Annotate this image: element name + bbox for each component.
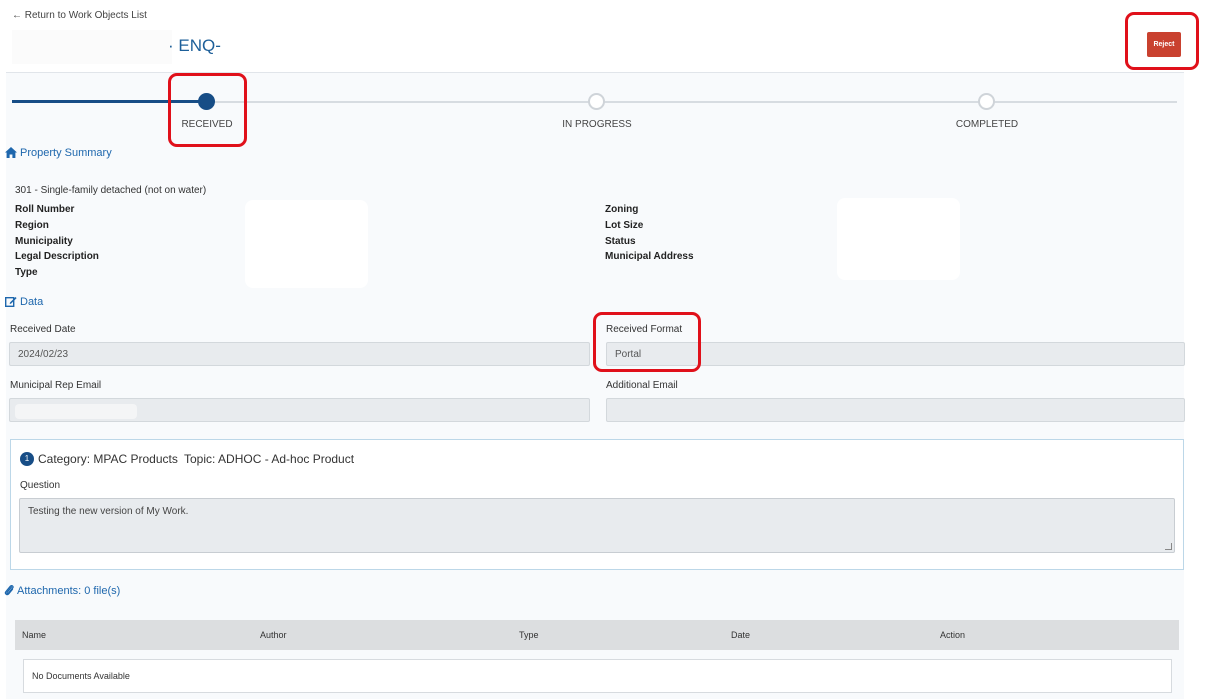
- edit-icon: [4, 297, 17, 308]
- property-summary-title: Property Summary: [20, 147, 112, 159]
- home-icon: [5, 147, 17, 158]
- col-author[interactable]: Author: [260, 630, 287, 640]
- step-completed-label: COMPLETED: [955, 119, 1019, 130]
- category-number-badge: 1: [20, 452, 34, 466]
- question-text: Testing the new version of My Work.: [28, 506, 189, 517]
- received-step-highlight: [168, 73, 247, 147]
- email-redaction: [15, 404, 137, 419]
- col-action[interactable]: Action: [940, 630, 965, 640]
- question-label: Question: [20, 480, 61, 491]
- right-values-redaction: [837, 198, 960, 280]
- col-date[interactable]: Date: [731, 630, 750, 640]
- roll-number-label: Roll Number: [15, 204, 75, 215]
- title-redaction: [12, 30, 172, 64]
- additional-email-label: Additional Email: [606, 380, 678, 391]
- back-to-list-link[interactable]: ← Return to Work Objects List: [12, 10, 147, 21]
- category-text: Category: MPAC Products: [38, 452, 178, 466]
- stepper-track-line: [207, 101, 1177, 103]
- step-in-progress-dot: [588, 93, 605, 110]
- content-panel: [6, 72, 1184, 699]
- no-documents-message: No Documents Available: [32, 671, 130, 681]
- attachments-table-header: Name Author Type Date Action: [15, 620, 1179, 650]
- resize-handle-icon[interactable]: [1165, 543, 1172, 550]
- received-date-field[interactable]: 2024/02/23: [9, 342, 590, 366]
- data-title: Data: [20, 296, 44, 308]
- attachments-table-row: No Documents Available: [23, 659, 1172, 693]
- property-type-value: 301 - Single-family detached (not on wat…: [15, 185, 207, 196]
- legal-description-label: Legal Description: [15, 251, 99, 262]
- region-label: Region: [15, 220, 49, 231]
- step-in-progress-label: IN PROGRESS: [562, 119, 632, 130]
- question-textarea[interactable]: Testing the new version of My Work.: [19, 498, 1175, 553]
- municipal-address-label: Municipal Address: [605, 251, 694, 262]
- municipality-label: Municipality: [15, 236, 73, 247]
- reject-highlight: [1125, 12, 1199, 70]
- property-summary-heading: Property Summary: [5, 147, 112, 159]
- col-name[interactable]: Name: [22, 630, 46, 640]
- status-label: Status: [605, 236, 636, 247]
- lot-size-label: Lot Size: [605, 220, 644, 231]
- attachments-heading[interactable]: Attachments: 0 file(s): [4, 584, 120, 597]
- data-heading: Data: [4, 296, 44, 308]
- left-values-redaction: [245, 200, 368, 288]
- zoning-label: Zoning: [605, 204, 639, 215]
- additional-email-field[interactable]: [606, 398, 1185, 422]
- paperclip-icon: [4, 584, 14, 596]
- attachments-title: Attachments: 0 file(s): [17, 585, 121, 597]
- page-title: · ENQ-: [168, 36, 221, 55]
- topic-text: Topic: ADHOC - Ad-hoc Product: [184, 452, 355, 466]
- col-type[interactable]: Type: [519, 630, 539, 640]
- received-format-highlight: [593, 312, 701, 372]
- received-date-label: Received Date: [10, 324, 76, 335]
- type-label: Type: [15, 267, 38, 278]
- step-completed-dot: [978, 93, 995, 110]
- municipal-rep-email-label: Municipal Rep Email: [10, 380, 102, 391]
